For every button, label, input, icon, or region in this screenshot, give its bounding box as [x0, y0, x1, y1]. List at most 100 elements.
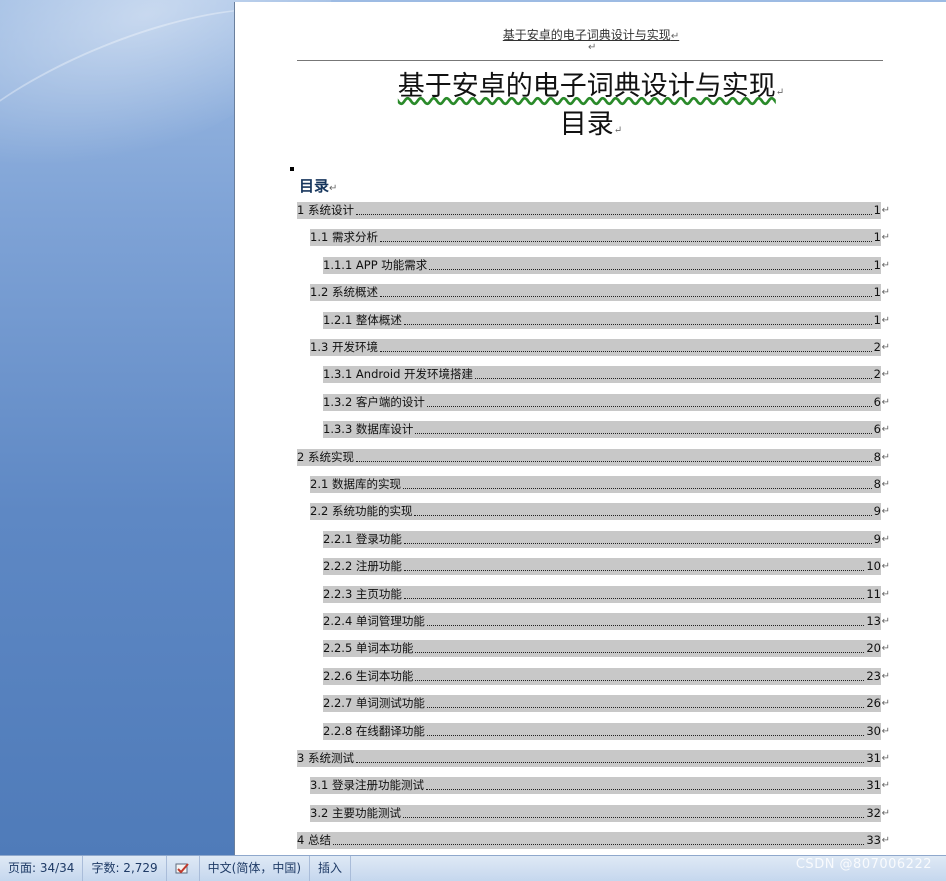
- toc-entry-page: 20: [866, 641, 881, 656]
- toc-entry-page: 1: [873, 285, 881, 300]
- toc-entry-label: 2.2.7 单词测试功能: [323, 696, 425, 711]
- toc-leader-dots: [403, 323, 872, 325]
- paragraph-mark-icon: ↵: [881, 725, 890, 737]
- toc-entry-label: 1.3.1 Android 开发环境搭建: [323, 367, 474, 382]
- toc-entry[interactable]: 1.3.2 客户端的设计 6 ↵: [323, 393, 890, 411]
- header-divider: [297, 60, 883, 61]
- toc-heading: 目录↵: [559, 109, 623, 140]
- toc-entry-label: 4 总结: [297, 833, 331, 848]
- toc-entry[interactable]: 2.2.7 单词测试功能 26 ↵: [323, 695, 890, 713]
- toc-leader-dots: [403, 597, 865, 599]
- watermark: CSDN @807006222: [795, 857, 932, 872]
- toc-entry-page: 26: [866, 696, 881, 711]
- toc-entry-label: 2 系统实现: [297, 449, 354, 464]
- toc-entry-page: 1: [873, 257, 881, 272]
- toc-entry-page: 33: [866, 833, 881, 848]
- toc-leader-dots: [402, 816, 865, 818]
- toc-leader-dots: [379, 296, 872, 298]
- toc-entry-label: 1.1 需求分析: [310, 230, 378, 245]
- toc-entry-label: 1.2 系统概述: [310, 285, 378, 300]
- toc-entry-page: 2: [873, 340, 881, 354]
- toc-leader-dots: [475, 378, 872, 380]
- toc-entry-label: 1.3.3 数据库设计: [323, 422, 414, 437]
- proofing-check-icon[interactable]: [167, 856, 200, 881]
- toc-entry-page: 13: [866, 614, 881, 628]
- toc-entry-label: 2.2.1 登录功能: [323, 531, 402, 546]
- toc-entry[interactable]: 3.1 登录注册功能测试 31 ↵: [310, 777, 890, 795]
- toc-entry[interactable]: 2.2.1 登录功能 9 ↵: [323, 530, 890, 548]
- toc-entry[interactable]: 2.2.8 在线翻译功能 30 ↵: [323, 722, 890, 740]
- toc-leader-dots: [415, 679, 865, 681]
- toc-entry[interactable]: 2.2 系统功能的实现 9 ↵: [310, 503, 890, 521]
- toc-leader-dots: [332, 844, 865, 846]
- toc-entry[interactable]: 1.2.1 整体概述 1 ↵: [323, 311, 890, 329]
- toc-leader-dots: [426, 707, 865, 709]
- language-indicator[interactable]: 中文(简体，中国): [200, 856, 311, 881]
- toc-entry-page: 9: [873, 504, 881, 519]
- toc-entry[interactable]: 2 系统实现 8 ↵: [297, 448, 890, 466]
- toc-entry-page: 30: [866, 723, 881, 738]
- page-count[interactable]: 页面: 34/34: [0, 856, 84, 881]
- toc-entry-page: 1: [873, 230, 881, 245]
- toc-entry[interactable]: 1.1 需求分析 1 ↵: [310, 229, 890, 247]
- toc-leader-dots: [429, 268, 872, 270]
- toc-entry[interactable]: 2.2.6 生词本功能 23 ↵: [323, 667, 890, 685]
- toc-entry-page: 9: [873, 531, 881, 546]
- paragraph-mark-icon: ↵: [881, 205, 890, 216]
- toc-entry[interactable]: 1.3.3 数据库设计 6 ↵: [323, 421, 890, 439]
- paragraph-mark-icon: ↵: [881, 232, 890, 244]
- insert-mode-indicator[interactable]: 插入: [310, 856, 352, 881]
- toc-entry-page: 32: [866, 805, 881, 820]
- toc-leader-dots: [403, 570, 865, 572]
- toc-leader-dots: [426, 625, 865, 626]
- toc-entry[interactable]: 2.2.2 注册功能 10 ↵: [323, 558, 890, 576]
- paragraph-mark-icon: ↵: [881, 314, 890, 326]
- paragraph-mark-icon: ↵: [329, 183, 338, 194]
- toc-entry[interactable]: 3 系统测试 31 ↵: [297, 750, 890, 767]
- toc-entry-label: 2.2.2 注册功能: [323, 559, 402, 574]
- toc-entry-page: 31: [866, 778, 881, 793]
- word-count[interactable]: 字数: 2,729: [83, 856, 167, 881]
- toc-entry[interactable]: 3.2 主要功能测试 32 ↵: [310, 804, 890, 822]
- toc-entry[interactable]: 2.2.4 单词管理功能 13 ↵: [323, 613, 890, 630]
- paragraph-mark-icon: ↵: [881, 588, 890, 600]
- toc-entry-label: 3 系统测试: [297, 751, 354, 765]
- paragraph-mark-icon: ↵: [881, 533, 890, 545]
- toc-entry[interactable]: 1.1.1 APP 功能需求 1 ↵: [323, 256, 890, 274]
- paragraph-mark-icon: ↵: [881, 506, 890, 518]
- toc-entry[interactable]: 4 总结 33 ↵: [297, 832, 890, 850]
- toc-leader-dots: [415, 433, 872, 435]
- document-page[interactable]: 基于安卓的电子词典设计与实现↵ ↵ 基于安卓的电子词典设计与实现↵ 目录↵ 目录…: [234, 2, 946, 855]
- paragraph-mark-icon: ↵: [588, 42, 597, 53]
- toc-leader-dots: [355, 460, 872, 462]
- paragraph-mark-icon: ↵: [881, 670, 890, 682]
- paragraph-mark-icon: ↵: [881, 780, 890, 792]
- toc-entry-label: 1.1.1 APP 功能需求: [323, 257, 428, 272]
- toc-leader-dots: [415, 652, 865, 654]
- toc-leader-dots: [379, 351, 872, 352]
- toc-entry[interactable]: 2.2.5 单词本功能 20 ↵: [323, 640, 890, 658]
- toc-entry-page: 8: [873, 477, 881, 491]
- toc-entry-label: 1.3 开发环境: [310, 340, 378, 354]
- toc-entry[interactable]: 2.1 数据库的实现 8 ↵: [310, 476, 890, 493]
- toc-entry-label: 1.3.2 客户端的设计: [323, 394, 425, 409]
- toc-leader-dots: [425, 789, 865, 791]
- toc-entry[interactable]: 1.2 系统概述 1 ↵: [310, 284, 890, 302]
- toc-leader-dots: [414, 515, 872, 517]
- paragraph-mark-icon: ↵: [881, 287, 890, 299]
- paragraph-mark-icon: ↵: [881, 479, 890, 490]
- toc-entry-label: 2.2.5 单词本功能: [323, 641, 414, 656]
- toc-entry[interactable]: 1.3 开发环境 2 ↵: [310, 339, 890, 356]
- paragraph-mark-icon: ↵: [881, 616, 890, 627]
- toc-leader-dots: [402, 488, 872, 489]
- toc-entry-page: 10: [866, 559, 881, 574]
- toc-entry-label: 2.2.8 在线翻译功能: [323, 723, 425, 738]
- toc-leader-dots: [379, 241, 872, 243]
- toc-entry-page: 11: [866, 586, 881, 601]
- toc-entry-page: 6: [873, 394, 881, 409]
- paragraph-mark-icon: ↵: [775, 87, 785, 98]
- paragraph-mark-icon: ↵: [881, 369, 890, 381]
- toc-entry[interactable]: 2.2.3 主页功能 11 ↵: [323, 585, 890, 603]
- toc-entry[interactable]: 1 系统设计 1 ↵: [297, 202, 890, 219]
- toc-entry[interactable]: 1.3.1 Android 开发环境搭建 2 ↵: [323, 366, 890, 384]
